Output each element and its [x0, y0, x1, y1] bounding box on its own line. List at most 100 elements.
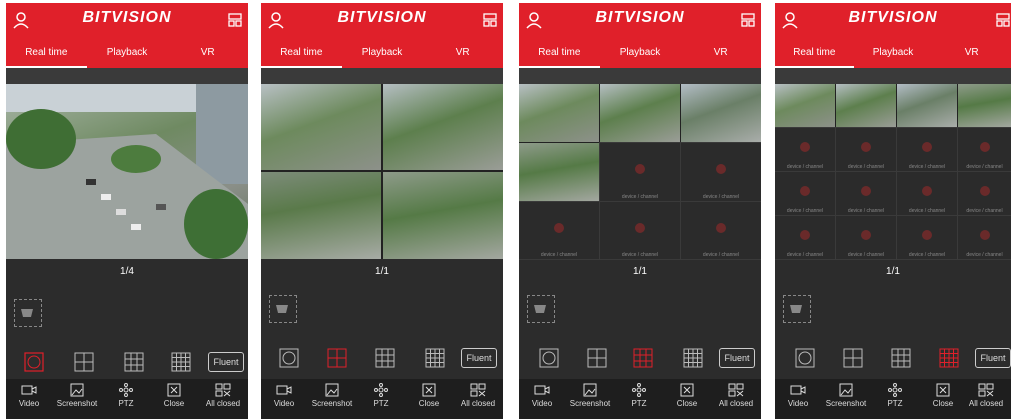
screenshot-button[interactable]: Screenshot: [565, 383, 615, 408]
split-16-icon[interactable]: [425, 348, 445, 368]
split-9-icon[interactable]: [891, 348, 911, 368]
empty-channel[interactable]: device / channel: [519, 201, 600, 260]
cup-icon: [21, 309, 33, 317]
screenshot-label: Screenshot: [825, 399, 867, 408]
empty-channel[interactable]: device / channel: [835, 215, 897, 260]
tab-playback[interactable]: Playback: [342, 39, 423, 68]
split-1-icon[interactable]: [795, 348, 815, 368]
split-4-icon[interactable]: [843, 348, 863, 368]
screenshot-thumbnail[interactable]: [783, 295, 811, 323]
ptz-button[interactable]: PTZ: [101, 383, 151, 408]
tab-real-time[interactable]: Real time: [261, 39, 342, 68]
stream-quality-button[interactable]: Fluent: [208, 352, 244, 372]
camera-feed[interactable]: [897, 84, 957, 127]
app-brand: BITVISION: [595, 9, 685, 26]
video-button[interactable]: Video: [6, 383, 54, 408]
all-closed-icon: [728, 383, 744, 397]
camera-feed[interactable]: [836, 84, 896, 127]
split-4-icon[interactable]: [327, 348, 347, 368]
camera-feed[interactable]: [6, 84, 248, 259]
empty-channel[interactable]: device / channel: [775, 171, 836, 216]
split-1-icon[interactable]: [279, 348, 299, 368]
empty-channel[interactable]: device / channel: [599, 201, 681, 260]
screenshot-thumbnail[interactable]: [14, 299, 42, 327]
video-icon: [276, 385, 292, 395]
video-button[interactable]: Video: [261, 383, 309, 408]
split-1-icon[interactable]: [24, 352, 44, 372]
tab-playback[interactable]: Playback: [600, 39, 681, 68]
camera-feed[interactable]: [600, 84, 680, 142]
empty-channel[interactable]: device / channel: [680, 201, 761, 260]
ptz-button[interactable]: PTZ: [614, 383, 664, 408]
split-9-icon[interactable]: [124, 352, 144, 372]
close-button[interactable]: Close: [149, 383, 199, 408]
tab-real-time[interactable]: Real time: [775, 39, 854, 68]
split-16-icon[interactable]: [939, 348, 959, 368]
tab-playback[interactable]: Playback: [87, 39, 168, 68]
video-button[interactable]: Video: [775, 383, 823, 408]
stream-quality-button[interactable]: Fluent: [461, 348, 497, 368]
stream-quality-button[interactable]: Fluent: [975, 348, 1011, 368]
all-closed-button[interactable]: All closed: [453, 383, 503, 408]
empty-channel[interactable]: device / channel: [775, 215, 836, 260]
camera-feed[interactable]: [775, 84, 835, 127]
camera-feed[interactable]: [261, 172, 381, 259]
split-1-icon[interactable]: [539, 348, 559, 368]
tab-vr[interactable]: VR: [422, 39, 503, 68]
split-4-icon[interactable]: [587, 348, 607, 368]
empty-channel[interactable]: device / channel: [896, 127, 958, 172]
screenshot-thumbnail[interactable]: [527, 295, 555, 323]
tab-real-time[interactable]: Real time: [6, 39, 87, 68]
empty-channel[interactable]: device / channel: [835, 127, 897, 172]
video-label: Video: [273, 399, 295, 408]
split-16-icon[interactable]: [683, 348, 703, 368]
camera-feed[interactable]: [519, 84, 599, 142]
split-4-icon[interactable]: [74, 352, 94, 372]
camera-feed[interactable]: [958, 84, 1011, 127]
device-list-icon[interactable]: [996, 13, 1010, 27]
ptz-button[interactable]: PTZ: [356, 383, 406, 408]
stream-quality-button[interactable]: Fluent: [719, 348, 755, 368]
tab-playback[interactable]: Playback: [854, 39, 933, 68]
empty-channel[interactable]: device / channel: [680, 142, 761, 202]
empty-channel[interactable]: device / channel: [957, 171, 1011, 216]
all-closed-button[interactable]: All closed: [198, 383, 248, 408]
channel-placeholder-icon: [861, 186, 871, 197]
tab-vr[interactable]: VR: [167, 39, 248, 68]
camera-feed[interactable]: [681, 84, 761, 142]
tab-vr[interactable]: VR: [932, 39, 1011, 68]
camera-feed[interactable]: [383, 84, 503, 170]
empty-channel[interactable]: device / channel: [957, 127, 1011, 172]
empty-channel[interactable]: device / channel: [599, 142, 681, 202]
screenshot-button[interactable]: Screenshot: [821, 383, 871, 408]
tab-real-time[interactable]: Real time: [519, 39, 600, 68]
empty-channel[interactable]: device / channel: [896, 215, 958, 260]
video-button[interactable]: Video: [519, 383, 567, 408]
device-list-icon[interactable]: [741, 13, 755, 27]
camera-feed[interactable]: [519, 143, 599, 201]
screenshot-button[interactable]: Screenshot: [52, 383, 102, 408]
toolbar-strip: [261, 68, 503, 84]
close-button[interactable]: Close: [404, 383, 454, 408]
split-9-icon[interactable]: [633, 348, 653, 368]
all-closed-button[interactable]: All closed: [961, 383, 1011, 408]
close-button[interactable]: Close: [662, 383, 712, 408]
split-16-icon[interactable]: [171, 352, 191, 372]
camera-feed[interactable]: [383, 172, 503, 259]
device-list-icon[interactable]: [483, 13, 497, 27]
empty-channel[interactable]: device / channel: [835, 171, 897, 216]
device-list-icon[interactable]: [228, 13, 242, 27]
channel-placeholder-icon: [979, 230, 990, 241]
screenshot-button[interactable]: Screenshot: [307, 383, 357, 408]
screenshot-thumbnail[interactable]: [269, 295, 297, 323]
ptz-button[interactable]: PTZ: [870, 383, 920, 408]
all-closed-button[interactable]: All closed: [711, 383, 761, 408]
close-label: Close: [676, 399, 698, 408]
video-icon: [21, 385, 37, 395]
tab-vr[interactable]: VR: [680, 39, 761, 68]
camera-feed[interactable]: [261, 84, 381, 170]
empty-channel[interactable]: device / channel: [957, 215, 1011, 260]
split-9-icon[interactable]: [375, 348, 395, 368]
empty-channel[interactable]: device / channel: [775, 127, 836, 172]
empty-channel[interactable]: device / channel: [896, 171, 958, 216]
